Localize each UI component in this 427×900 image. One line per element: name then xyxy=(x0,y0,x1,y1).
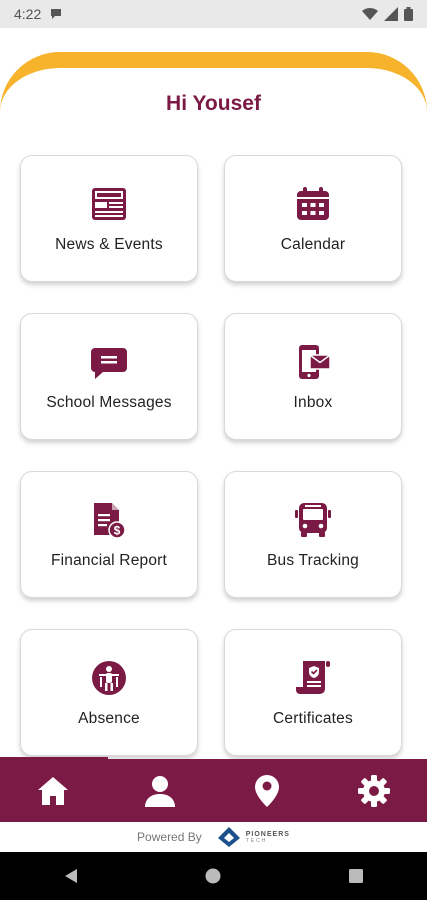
recents-icon[interactable] xyxy=(347,867,365,885)
powered-by-footer: Powered By PIONEERS TECH xyxy=(0,822,427,852)
brand-name: PIONEERS xyxy=(245,830,290,838)
tile-absence[interactable]: Absence xyxy=(20,629,198,756)
tile-financial-report[interactable]: $ Financial Report xyxy=(20,471,198,598)
nav-settings[interactable] xyxy=(344,766,404,816)
pioneers-logo-icon xyxy=(217,827,240,847)
greeting-title: Hi Yousef xyxy=(166,92,261,115)
chat-bubble-icon xyxy=(91,347,127,379)
tile-inbox[interactable]: Inbox xyxy=(224,313,402,440)
home-button-icon[interactable] xyxy=(204,867,222,885)
tile-certificates[interactable]: Certificates xyxy=(224,629,402,756)
status-time: 4:22 xyxy=(14,6,42,22)
powered-by-label: Powered By xyxy=(137,830,202,844)
home-icon xyxy=(38,776,69,805)
status-left: 4:22 xyxy=(14,6,63,22)
tile-label: Inbox xyxy=(293,393,333,411)
status-right xyxy=(362,7,413,21)
battery-icon xyxy=(404,7,413,21)
tile-label: School Messages xyxy=(46,393,172,411)
news-icon xyxy=(92,187,126,220)
nav-home[interactable] xyxy=(23,766,83,816)
mobile-mail-icon xyxy=(299,344,331,379)
chat-bubble-icon xyxy=(51,9,62,19)
brand-logo: PIONEERS TECH xyxy=(216,826,290,848)
status-bar: 4:22 xyxy=(0,0,427,28)
tile-label: Bus Tracking xyxy=(267,551,359,569)
absence-icon xyxy=(92,660,126,695)
brand-text: PIONEERS TECH xyxy=(246,831,290,844)
signal-icon xyxy=(384,7,398,21)
tile-label: Certificates xyxy=(273,709,353,727)
tile-calendar[interactable]: Calendar xyxy=(224,155,402,282)
financial-report-icon: $ xyxy=(94,502,126,539)
bus-icon xyxy=(295,502,331,537)
tile-bus-tracking[interactable]: Bus Tracking xyxy=(224,471,402,598)
bottom-nav xyxy=(0,759,427,822)
tile-news-events[interactable]: News & Events xyxy=(20,155,198,282)
location-icon xyxy=(254,774,279,807)
brand-sub: TECH xyxy=(245,837,268,844)
tile-label: Calendar xyxy=(280,235,346,253)
svg-text:$: $ xyxy=(114,523,121,537)
tile-school-messages[interactable]: School Messages xyxy=(20,313,198,440)
nav-location[interactable] xyxy=(237,766,297,816)
wifi-icon xyxy=(362,7,378,21)
tile-label: Absence xyxy=(78,709,140,727)
tile-label: News & Events xyxy=(55,235,163,253)
back-icon[interactable] xyxy=(62,867,80,885)
system-nav-bar xyxy=(0,852,427,900)
menu-grid: News & Events Calendar School Messages I… xyxy=(20,155,404,756)
certificate-icon xyxy=(296,660,330,694)
profile-icon xyxy=(145,775,176,807)
settings-icon xyxy=(357,774,390,807)
tile-label: Financial Report xyxy=(50,551,168,569)
nav-profile[interactable] xyxy=(130,766,190,816)
calendar-icon xyxy=(297,186,329,220)
